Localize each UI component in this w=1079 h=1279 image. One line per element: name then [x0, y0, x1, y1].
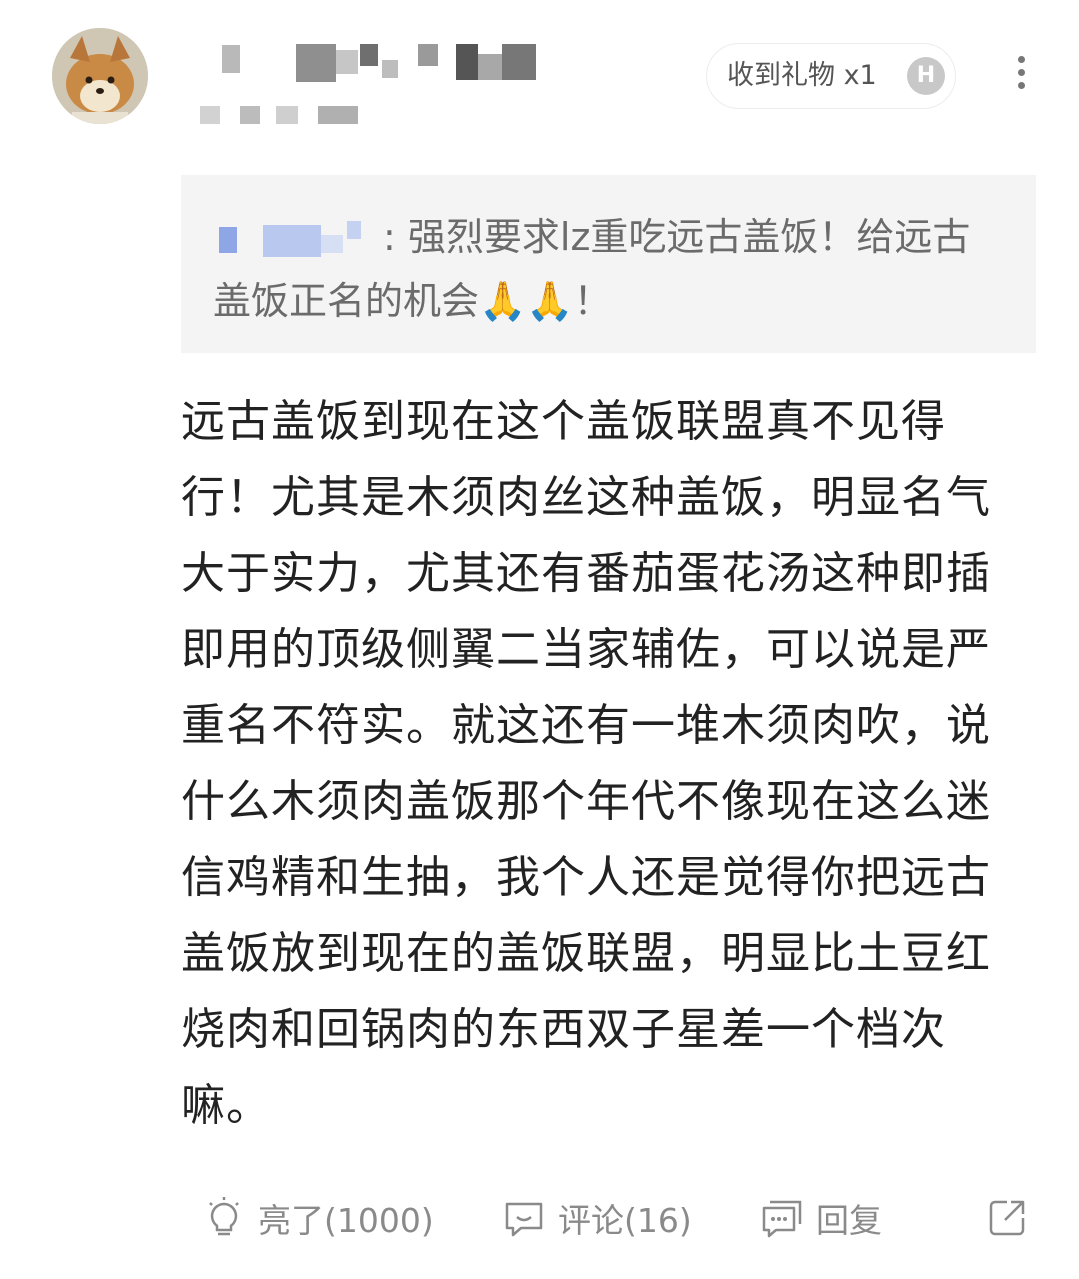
post-body: 远古盖饭到现在这个盖饭联盟真不见得行！尤其是木须肉丝这种盖饭，明显名气大于实力，… — [181, 396, 991, 1131]
reply-bubble-icon — [762, 1200, 802, 1238]
more-vertical-icon[interactable] — [1008, 56, 1034, 96]
reply-button[interactable]: 回复 — [760, 1180, 882, 1256]
comment-icon — [505, 1202, 543, 1237]
avatar[interactable] — [52, 28, 148, 124]
action-bar: 亮了(1000) 评论(16) 回复 — [0, 1180, 1079, 1256]
quoted-comment[interactable]: : 强烈要求lz重吃远古盖饭！给远古盖饭正名的机会🙏🙏！ — [181, 175, 1036, 353]
gift-badge: H — [907, 57, 945, 95]
quoted-comment-text: : 强烈要求lz重吃远古盖饭！给远古盖饭正名的机会🙏🙏！ — [213, 215, 971, 323]
gift-label: 收到礼物 x1 — [727, 60, 877, 91]
reply-label: 回复 — [816, 1201, 882, 1240]
shiba-dog-avatar-image — [52, 28, 148, 124]
share-icon — [989, 1200, 1025, 1236]
gift-received-button[interactable]: 收到礼物 x1 H — [706, 43, 956, 109]
comment-count-label: 评论(16) — [558, 1201, 692, 1240]
like-button[interactable]: 亮了(1000) — [202, 1180, 434, 1256]
lightbulb-icon — [209, 1197, 239, 1236]
comment-button[interactable]: 评论(16) — [502, 1180, 692, 1256]
like-count-label: 亮了(1000) — [258, 1201, 434, 1240]
share-button[interactable] — [985, 1180, 1041, 1256]
